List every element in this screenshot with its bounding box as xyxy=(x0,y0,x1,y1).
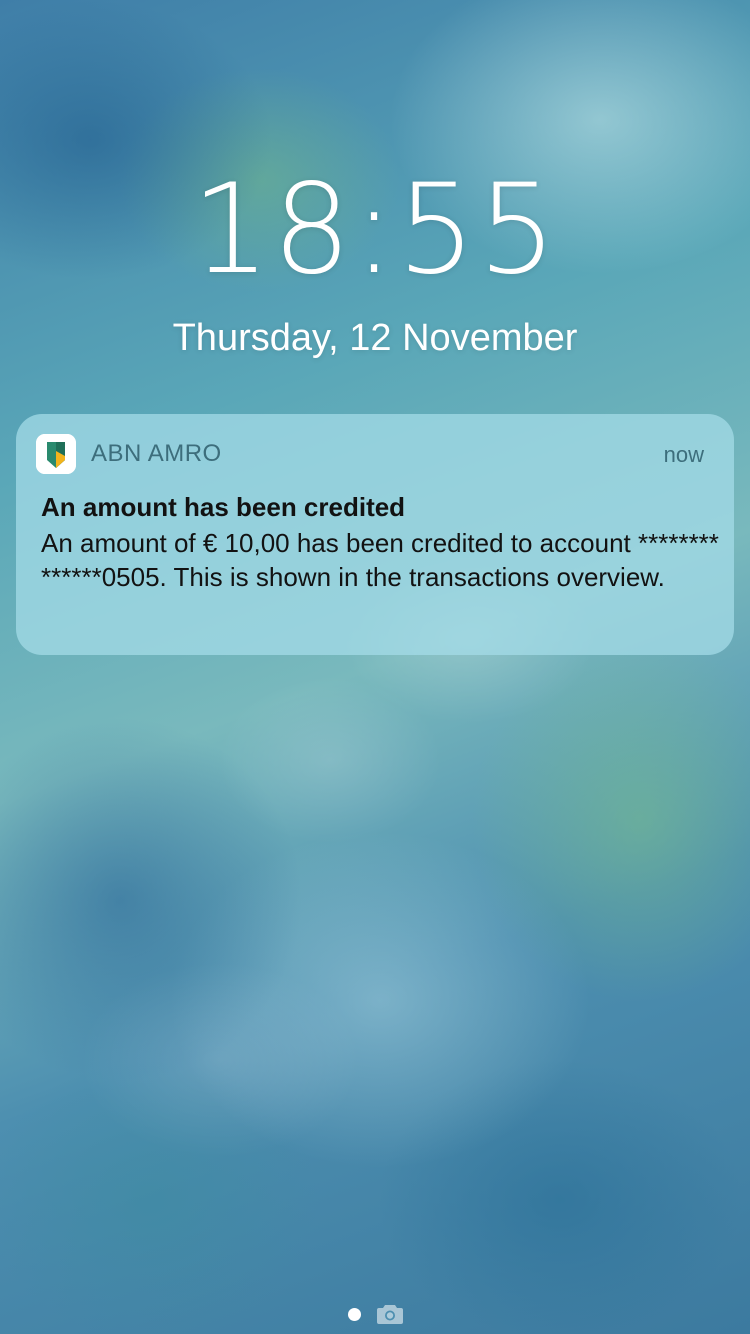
notification-title: An amount has been credited xyxy=(41,492,406,522)
camera-icon[interactable] xyxy=(376,1303,403,1325)
notification-body: An amount of € 10,00 has been credited t… xyxy=(41,528,719,592)
lock-screen-clock: 18:55 xyxy=(191,158,559,302)
notification-app-name: ABN AMRO xyxy=(91,440,222,467)
lock-screen-date: Thursday, 12 November xyxy=(172,317,578,359)
page-dot-icon xyxy=(347,1307,361,1321)
notification-card[interactable]: ABN AMRO now An amount has been credited… xyxy=(16,414,734,655)
notification-timestamp: now xyxy=(663,442,704,467)
abn-amro-shield-icon xyxy=(36,434,76,474)
bottom-bar xyxy=(0,1300,750,1328)
notification-header: ABN AMRO now xyxy=(36,434,704,474)
